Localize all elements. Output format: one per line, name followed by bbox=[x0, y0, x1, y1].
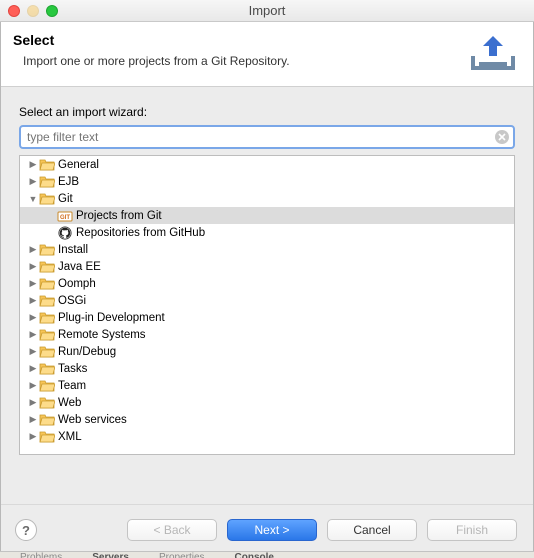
chevron-right-icon[interactable]: ▶ bbox=[28, 278, 38, 289]
tree-folder[interactable]: ▶ Oomph bbox=[20, 275, 514, 292]
tree-item-label: Git bbox=[58, 193, 73, 205]
background-view-tabs: Problems Servers Properties Console bbox=[0, 551, 534, 558]
folder-icon bbox=[39, 362, 55, 376]
bg-tab-console: Console bbox=[235, 552, 274, 558]
folder-icon bbox=[39, 396, 55, 410]
tree-item-label: Web services bbox=[58, 414, 127, 426]
clear-filter-icon[interactable] bbox=[495, 130, 509, 144]
folder-icon bbox=[39, 294, 55, 308]
chevron-right-icon[interactable]: ▶ bbox=[28, 312, 38, 323]
chevron-right-icon[interactable]: ▶ bbox=[28, 380, 38, 391]
git-icon: GIT bbox=[57, 209, 73, 223]
tree-folder[interactable]: ▶ General bbox=[20, 156, 514, 173]
tree-folder[interactable]: ▼ Git bbox=[20, 190, 514, 207]
tree-folder[interactable]: ▶ Web bbox=[20, 394, 514, 411]
filter-input[interactable] bbox=[25, 128, 495, 146]
tree-folder[interactable]: ▶ Tasks bbox=[20, 360, 514, 377]
tree-item-label: General bbox=[58, 159, 99, 171]
tree-folder[interactable]: ▶ Plug-in Development bbox=[20, 309, 514, 326]
titlebar: Import bbox=[0, 0, 534, 22]
tree-folder[interactable]: ▶ XML bbox=[20, 428, 514, 445]
tree-folder[interactable]: ▶ Java EE bbox=[20, 258, 514, 275]
window-title: Import bbox=[0, 3, 534, 18]
chevron-right-icon[interactable]: ▶ bbox=[28, 295, 38, 306]
tree-folder[interactable]: ▶ Remote Systems bbox=[20, 326, 514, 343]
bg-tab-problems: Problems bbox=[20, 552, 62, 558]
tree-item-label: Projects from Git bbox=[76, 210, 162, 222]
button-bar: ? < Back Next > Cancel Finish bbox=[1, 504, 533, 557]
dialog-heading: Select bbox=[13, 32, 290, 48]
chevron-right-icon[interactable]: ▶ bbox=[28, 363, 38, 374]
chevron-right-icon[interactable]: ▶ bbox=[28, 414, 38, 425]
tree-folder[interactable]: ▶ Web services bbox=[20, 411, 514, 428]
chevron-right-icon[interactable]: ▶ bbox=[28, 329, 38, 340]
dialog-body: Select an import wizard: ▶ General ▶ EJB ▼ Gi… bbox=[1, 87, 533, 467]
folder-icon bbox=[39, 311, 55, 325]
cancel-button[interactable]: Cancel bbox=[327, 519, 417, 541]
tree-folder[interactable]: ▶ Install bbox=[20, 241, 514, 258]
tree-item-label: Oomph bbox=[58, 278, 96, 290]
folder-icon bbox=[39, 260, 55, 274]
github-icon bbox=[57, 226, 73, 240]
wizard-label: Select an import wizard: bbox=[19, 105, 515, 119]
tree-item-label: Tasks bbox=[58, 363, 87, 375]
tree-item-label: Web bbox=[58, 397, 81, 409]
import-icon bbox=[469, 32, 517, 72]
tree-folder[interactable]: ▶ OSGi bbox=[20, 292, 514, 309]
folder-icon bbox=[39, 243, 55, 257]
tree-item[interactable]: Repositories from GitHub bbox=[20, 224, 514, 241]
chevron-down-icon[interactable]: ▼ bbox=[28, 194, 38, 204]
tree-item-label: XML bbox=[58, 431, 82, 443]
folder-icon bbox=[39, 430, 55, 444]
chevron-right-icon[interactable]: ▶ bbox=[28, 261, 38, 272]
folder-icon bbox=[39, 379, 55, 393]
svg-text:GIT: GIT bbox=[60, 215, 70, 221]
chevron-right-icon[interactable]: ▶ bbox=[28, 176, 38, 187]
back-button[interactable]: < Back bbox=[127, 519, 217, 541]
folder-icon bbox=[39, 277, 55, 291]
chevron-right-icon[interactable]: ▶ bbox=[28, 431, 38, 442]
tree-item-label: Install bbox=[58, 244, 88, 256]
tree-item-label: Repositories from GitHub bbox=[76, 227, 205, 239]
folder-icon bbox=[39, 158, 55, 172]
import-dialog: Select Import one or more projects from … bbox=[0, 22, 534, 558]
dialog-subheading: Import one or more projects from a Git R… bbox=[13, 54, 290, 68]
dialog-header: Select Import one or more projects from … bbox=[1, 22, 533, 87]
help-button[interactable]: ? bbox=[15, 519, 37, 541]
tree-item-label: Team bbox=[58, 380, 86, 392]
next-button[interactable]: Next > bbox=[227, 519, 317, 541]
folder-icon bbox=[39, 192, 55, 206]
filter-field-wrap[interactable] bbox=[19, 125, 515, 149]
tree-folder[interactable]: ▶ Team bbox=[20, 377, 514, 394]
chevron-right-icon[interactable]: ▶ bbox=[28, 346, 38, 357]
folder-icon bbox=[39, 413, 55, 427]
folder-icon bbox=[39, 328, 55, 342]
tree-item-label: EJB bbox=[58, 176, 79, 188]
wizard-tree[interactable]: ▶ General ▶ EJB ▼ Git GIT Projects from Git Repo… bbox=[19, 155, 515, 455]
chevron-right-icon[interactable]: ▶ bbox=[28, 159, 38, 170]
folder-icon bbox=[39, 345, 55, 359]
tree-folder[interactable]: ▶ Run/Debug bbox=[20, 343, 514, 360]
folder-icon bbox=[39, 175, 55, 189]
chevron-right-icon[interactable]: ▶ bbox=[28, 397, 38, 408]
tree-item-label: Plug-in Development bbox=[58, 312, 165, 324]
tree-folder[interactable]: ▶ EJB bbox=[20, 173, 514, 190]
tree-item-label: OSGi bbox=[58, 295, 86, 307]
tree-item-label: Run/Debug bbox=[58, 346, 116, 358]
tree-item-label: Java EE bbox=[58, 261, 101, 273]
chevron-right-icon[interactable]: ▶ bbox=[28, 244, 38, 255]
tree-item[interactable]: GIT Projects from Git bbox=[20, 207, 514, 224]
bg-tab-properties: Properties bbox=[159, 552, 205, 558]
finish-button[interactable]: Finish bbox=[427, 519, 517, 541]
bg-tab-servers: Servers bbox=[92, 552, 129, 558]
tree-item-label: Remote Systems bbox=[58, 329, 146, 341]
